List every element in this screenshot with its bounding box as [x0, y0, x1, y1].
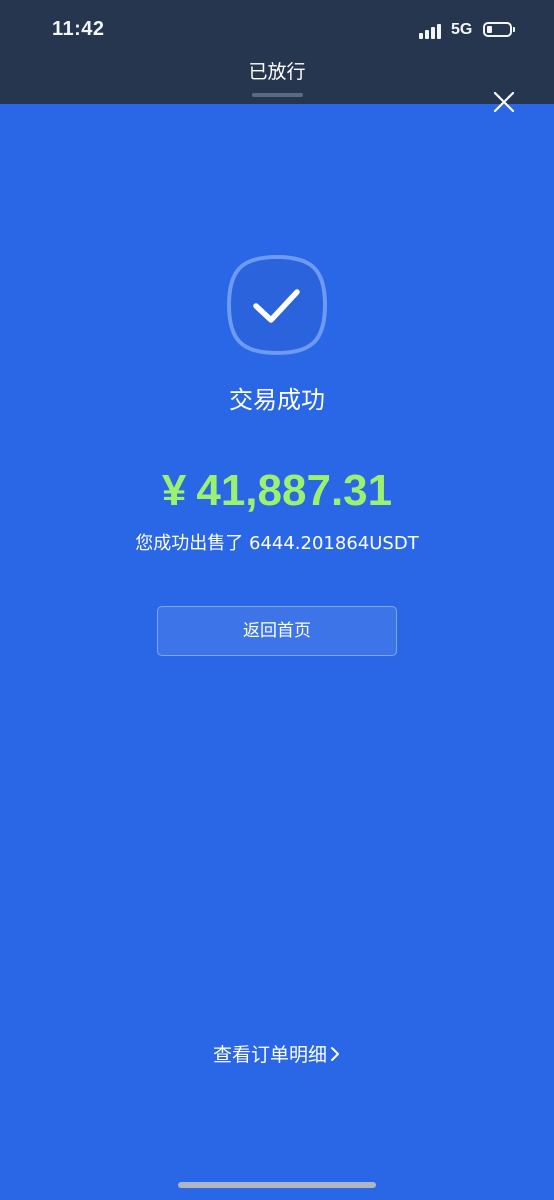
battery-icon — [483, 22, 515, 37]
view-order-details-link[interactable]: 查看订单明细 — [0, 1040, 554, 1067]
sheet-drag-handle[interactable] — [252, 93, 303, 97]
battery-level — [487, 26, 492, 33]
result-title: 交易成功 — [229, 386, 325, 414]
status-and-sheet-header: 11:42 5G 已放行 — [0, 0, 554, 104]
back-to-home-button[interactable]: 返回首页 — [157, 606, 397, 656]
trade-success-screen: 11:42 5G 已放行 交易成功 ¥41,887.31 您成功出售了 6444… — [0, 0, 554, 1200]
currency-symbol: ¥ — [161, 466, 187, 515]
network-type: 5G — [451, 21, 473, 38]
cellular-signal-icon — [419, 23, 445, 39]
checkmark-icon — [226, 254, 328, 356]
sale-detail: 您成功出售了 6444.201864USDT — [135, 533, 419, 554]
close-button[interactable] — [488, 86, 520, 118]
sheet-title: 已放行 — [248, 61, 306, 83]
status-time: 11:42 — [52, 18, 105, 40]
order-link-label: 查看订单明细 — [212, 1044, 327, 1066]
amount-value: 41,887.31 — [196, 466, 393, 515]
chevron-right-icon — [329, 1045, 341, 1067]
success-badge — [226, 254, 328, 356]
home-indicator[interactable] — [178, 1182, 376, 1188]
amount-display: ¥41,887.31 — [0, 466, 554, 516]
close-icon — [493, 91, 515, 113]
